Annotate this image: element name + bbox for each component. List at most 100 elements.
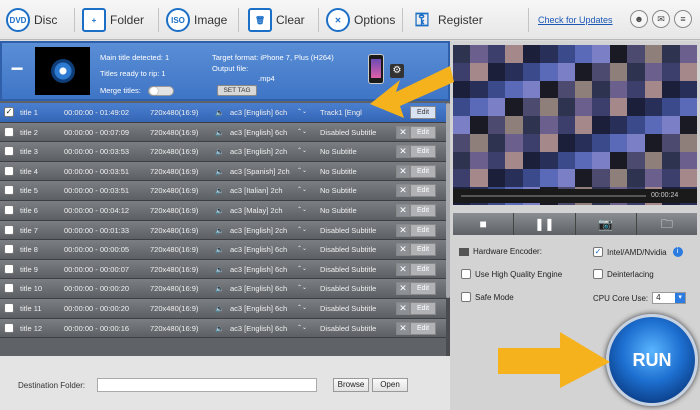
clip-icon[interactable]: ✕ — [396, 184, 410, 198]
register-button[interactable]: ⚿ Register — [410, 6, 483, 34]
edit-button[interactable]: Edit — [410, 145, 436, 159]
clip-icon[interactable]: ✕ — [396, 301, 410, 315]
title-row[interactable]: title 7 00:00:00 - 00:01:33 720x480(16:9… — [0, 220, 446, 241]
title-checkbox[interactable] — [4, 302, 14, 313]
safe-mode-checkbox[interactable] — [461, 292, 471, 302]
audio-dropdown-icon[interactable]: ⌃⌄ — [297, 245, 307, 252]
cpu-core-select[interactable]: 4 — [652, 292, 687, 304]
seek-track[interactable] — [461, 195, 646, 197]
gear-icon[interactable]: ⚙ — [390, 64, 404, 78]
clip-icon[interactable]: ✕ — [396, 145, 410, 159]
subtitle-track[interactable]: Disabled Subtitle — [320, 304, 376, 313]
subtitle-track[interactable]: Disabled Subtitle — [320, 284, 376, 293]
audio-dropdown-icon[interactable]: ⌃⌄ — [297, 226, 307, 233]
intel-amd-nvidia-option[interactable]: ✓ Intel/AMD/Nvidia i — [593, 247, 683, 257]
folder-button[interactable]: + Folder — [82, 6, 144, 34]
title-row[interactable]: title 2 00:00:00 - 00:07:09 720x480(16:9… — [0, 122, 446, 143]
audio-dropdown-icon[interactable]: ⌃⌄ — [297, 147, 307, 154]
camera-icon[interactable]: 📷 — [576, 213, 637, 235]
edit-button[interactable]: Edit — [410, 106, 436, 119]
set-tag-button[interactable]: SET TAG — [217, 85, 257, 96]
clip-icon[interactable]: ✕ — [396, 125, 410, 139]
title-row[interactable]: title 10 00:00:00 - 00:00:20 720x480(16:… — [0, 279, 446, 299]
mail-icon[interactable]: ✉ — [652, 10, 670, 28]
title-checkbox[interactable] — [4, 126, 14, 137]
title-row[interactable]: title 9 00:00:00 - 00:00:07 720x480(16:9… — [0, 259, 446, 280]
audio-dropdown-icon[interactable]: ⌃⌄ — [297, 128, 307, 135]
stop-icon[interactable]: ■ — [453, 213, 515, 235]
subtitle-track[interactable]: Disabled Subtitle — [320, 324, 376, 333]
menu-icon[interactable]: ≡ — [674, 10, 692, 28]
audio-track[interactable]: ac3 [English] 6ch — [230, 284, 287, 293]
subtitle-track[interactable]: Disabled Subtitle — [320, 226, 376, 235]
subtitle-track[interactable]: Disabled Subtitle — [320, 265, 376, 274]
subtitle-track[interactable]: Track1 [Engl — [320, 108, 362, 117]
destination-folder-input[interactable] — [97, 378, 317, 392]
audio-track[interactable]: ac3 [English] 2ch — [230, 226, 287, 235]
merge-titles-toggle[interactable] — [148, 86, 174, 96]
subtitle-track[interactable]: Disabled Subtitle — [320, 245, 376, 254]
edit-button[interactable]: Edit — [410, 203, 436, 217]
audio-track[interactable]: ac3 [English] 6ch — [230, 108, 287, 117]
audio-track[interactable]: ac3 [English] 6ch — [230, 324, 287, 333]
high-quality-engine-checkbox[interactable] — [461, 269, 471, 279]
edit-button[interactable]: Edit — [410, 223, 436, 237]
folder-icon[interactable]: 🗀 — [637, 213, 697, 235]
collapse-icon[interactable]: − — [8, 58, 26, 80]
subtitle-track[interactable]: No Subtitle — [320, 167, 357, 176]
subtitle-track[interactable]: No Subtitle — [320, 147, 357, 156]
account-icon[interactable]: ☻ — [630, 10, 648, 28]
edit-button[interactable]: Edit — [410, 243, 436, 257]
edit-button[interactable]: Edit — [410, 262, 436, 276]
audio-dropdown-icon[interactable]: ⌃⌄ — [297, 167, 307, 174]
title-row[interactable]: title 4 00:00:00 - 00:03:51 720x480(16:9… — [0, 161, 446, 182]
title-checkbox[interactable] — [4, 146, 14, 157]
open-button[interactable]: Open — [372, 378, 408, 392]
title-checkbox[interactable] — [4, 204, 14, 215]
title-checkbox[interactable] — [4, 165, 14, 176]
clip-icon[interactable]: ✕ — [396, 203, 410, 217]
title-row[interactable]: title 3 00:00:00 - 00:03:53 720x480(16:9… — [0, 142, 446, 162]
options-button[interactable]: ✕ Options — [326, 6, 395, 34]
edit-button[interactable]: Edit — [410, 321, 436, 335]
audio-dropdown-icon[interactable]: ⌃⌄ — [297, 206, 307, 213]
clip-icon[interactable]: ✕ — [396, 223, 410, 237]
audio-dropdown-icon[interactable]: ⌃⌄ — [297, 186, 307, 193]
title-checkbox[interactable] — [4, 283, 14, 294]
subtitle-track[interactable]: No Subtitle — [320, 186, 357, 195]
title-checkbox[interactable] — [4, 263, 14, 274]
pause-icon[interactable]: ❚❚ — [514, 213, 576, 235]
deinterlacing-option[interactable]: Deinterlacing — [593, 269, 654, 279]
subtitle-track[interactable]: No Subtitle — [320, 206, 357, 215]
clip-icon[interactable]: ✕ — [396, 164, 410, 178]
audio-track[interactable]: ac3 [English] 2ch — [230, 147, 287, 156]
info-icon[interactable]: i — [672, 247, 683, 257]
title-row[interactable]: title 6 00:00:00 - 00:04:12 720x480(16:9… — [0, 200, 446, 221]
title-row[interactable]: title 8 00:00:00 - 00:00:05 720x480(16:9… — [0, 240, 446, 260]
clear-button[interactable]: 🗑 Clear — [248, 6, 305, 34]
subtitle-track[interactable]: Disabled Subtitle — [320, 128, 376, 137]
clip-icon[interactable]: ✕ — [396, 321, 410, 335]
edit-button[interactable]: Edit — [410, 125, 436, 139]
audio-dropdown-icon[interactable]: ⌃⌄ — [297, 108, 307, 115]
title-checkbox[interactable] — [4, 244, 14, 255]
audio-track[interactable]: ac3 [English] 6ch — [230, 245, 287, 254]
check-for-updates-link[interactable]: Check for Updates — [538, 15, 613, 25]
audio-track[interactable]: ac3 [English] 6ch — [230, 304, 287, 313]
title-row[interactable]: title 12 00:00:00 - 00:00:16 720x480(16:… — [0, 318, 446, 339]
title-checkbox[interactable] — [4, 322, 14, 333]
audio-track[interactable]: ac3 [English] 6ch — [230, 265, 287, 274]
clip-icon[interactable]: ✕ — [396, 282, 410, 296]
run-button[interactable]: RUN — [606, 314, 698, 406]
audio-dropdown-icon[interactable]: ⌃⌄ — [297, 265, 307, 272]
edit-button[interactable]: Edit — [410, 301, 436, 315]
audio-dropdown-icon[interactable]: ⌃⌄ — [297, 284, 307, 291]
audio-track[interactable]: ac3 [Spanish] 2ch — [230, 167, 290, 176]
title-row[interactable]: ✓ title 1 00:00:00 - 01:49:02 720x480(16… — [0, 103, 446, 123]
browse-button[interactable]: Browse — [333, 378, 369, 392]
intel-amd-nvidia-checkbox[interactable]: ✓ — [593, 247, 603, 257]
edit-button[interactable]: Edit — [410, 282, 436, 296]
audio-dropdown-icon[interactable]: ⌃⌄ — [297, 324, 307, 331]
clip-icon[interactable]: ✕ — [396, 243, 410, 257]
high-quality-engine-option[interactable]: Use High Quality Engine — [461, 269, 562, 279]
